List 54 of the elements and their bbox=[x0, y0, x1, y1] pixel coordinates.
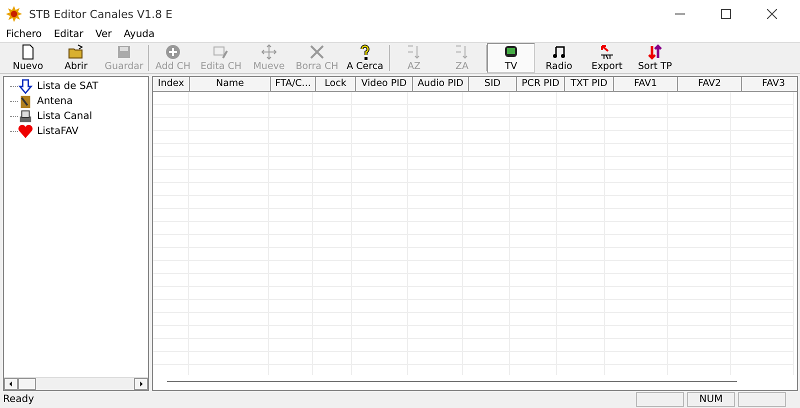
status-message: Ready bbox=[3, 394, 36, 405]
cross-icon bbox=[309, 44, 325, 60]
status-pane bbox=[738, 392, 786, 407]
sort-icon bbox=[406, 44, 422, 60]
app-star-icon bbox=[6, 6, 22, 22]
down-arrow-icon bbox=[18, 79, 33, 94]
tree-item[interactable]: ListaFAV bbox=[37, 126, 78, 137]
toolbar-button[interactable]: A Cerca bbox=[341, 43, 389, 73]
column-header[interactable]: FAV1 bbox=[614, 77, 678, 92]
menu-item[interactable]: Fichero bbox=[6, 29, 42, 40]
window-title: STB Editor Canales V1.8 E bbox=[29, 8, 172, 20]
heart-icon bbox=[18, 124, 33, 139]
menu-item[interactable]: Ayuda bbox=[124, 29, 155, 40]
sort-icon bbox=[454, 44, 470, 60]
close-icon[interactable] bbox=[767, 9, 777, 19]
folder-icon bbox=[68, 44, 84, 60]
toolbar-button[interactable]: Sort TP bbox=[631, 43, 679, 73]
tree-item[interactable]: Antena bbox=[37, 96, 73, 107]
scroll-right-icon[interactable] bbox=[134, 378, 148, 390]
column-header[interactable]: Lock bbox=[316, 77, 356, 92]
column-header[interactable]: FAV2 bbox=[678, 77, 742, 92]
horizontal-scrollbar[interactable] bbox=[167, 381, 737, 382]
column-header[interactable]: SID bbox=[469, 77, 517, 92]
num-lock-indicator: NUM bbox=[687, 392, 735, 407]
monitor-icon bbox=[503, 44, 519, 60]
grid-pencil-icon bbox=[213, 44, 229, 60]
toolbar-button[interactable]: Export bbox=[583, 43, 631, 73]
column-header[interactable]: Index bbox=[153, 77, 190, 92]
toolbar-button[interactable]: TV bbox=[487, 43, 535, 73]
scroll-thumb[interactable] bbox=[18, 378, 36, 390]
status-pane bbox=[636, 392, 684, 407]
column-header[interactable]: Name bbox=[190, 77, 271, 92]
toolbar-button[interactable]: Radio bbox=[535, 43, 583, 73]
arrow-text-icon bbox=[599, 44, 615, 60]
toolbar-button[interactable]: Abrir bbox=[52, 43, 100, 73]
music-note-icon bbox=[551, 44, 567, 60]
maximize-icon[interactable] bbox=[721, 9, 731, 19]
move-arrows-icon bbox=[261, 44, 277, 60]
column-header[interactable]: TXT PID bbox=[565, 77, 614, 92]
printer-icon bbox=[18, 109, 33, 124]
column-header[interactable]: FAV3 bbox=[742, 77, 797, 92]
column-header[interactable]: Audio PID bbox=[413, 77, 469, 92]
up-down-arrows-icon bbox=[647, 44, 663, 60]
antenna-icon bbox=[18, 94, 33, 109]
menu-item[interactable]: Editar bbox=[54, 29, 84, 40]
column-header[interactable]: PCR PID bbox=[517, 77, 565, 92]
menu-item[interactable]: Ver bbox=[95, 29, 112, 40]
tree-item[interactable]: Lista de SAT bbox=[37, 81, 98, 92]
column-header[interactable]: Video PID bbox=[356, 77, 413, 92]
tree-item[interactable]: Lista Canal bbox=[37, 111, 92, 122]
plus-circle-icon bbox=[165, 44, 181, 60]
column-header[interactable]: FTA/C... bbox=[271, 77, 316, 92]
scroll-left-icon[interactable] bbox=[4, 378, 18, 390]
toolbar-button[interactable]: Nuevo bbox=[4, 43, 52, 73]
